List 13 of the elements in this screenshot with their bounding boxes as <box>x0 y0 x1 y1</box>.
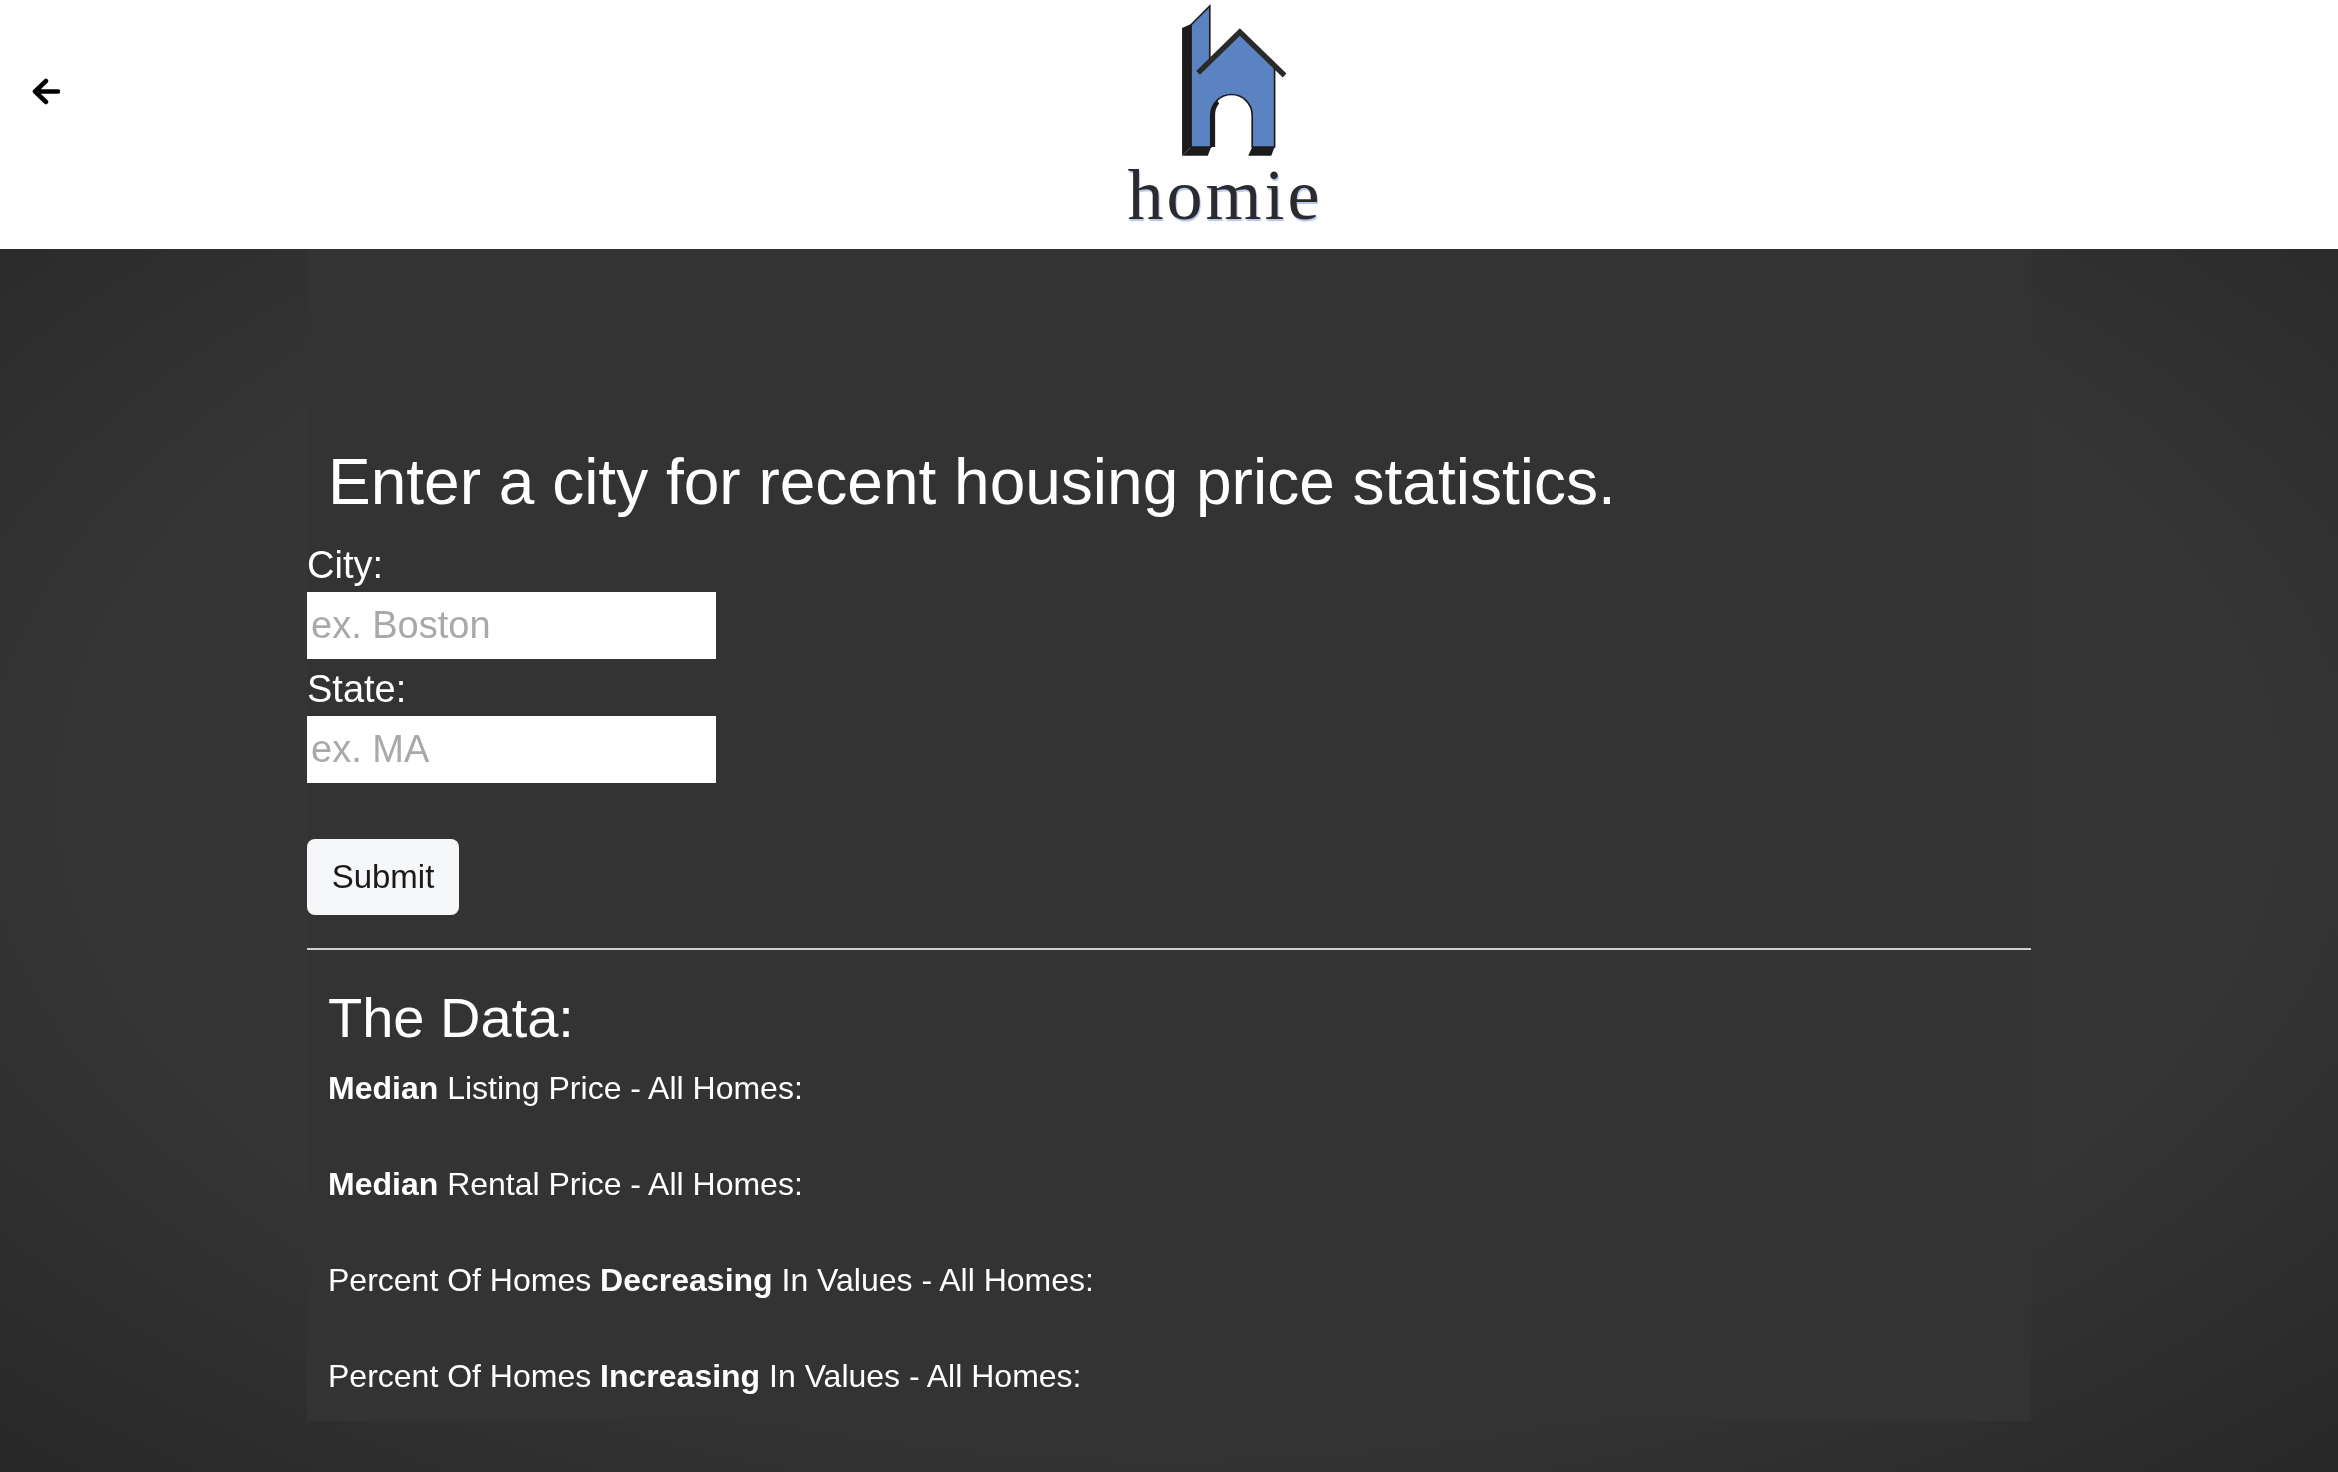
section-heading: The Data: <box>328 985 574 1051</box>
text-input[interactable]: ex. MA <box>307 716 716 783</box>
logo-wordmark: homie <box>1127 159 1323 231</box>
text-input[interactable]: ex. Boston <box>307 592 716 659</box>
field-label: City: <box>307 543 383 587</box>
stat-label: Median Listing Price - All Homes: <box>328 1069 803 1108</box>
stat-label: Median Rental Price - All Homes: <box>328 1165 803 1204</box>
stat-label: Percent Of Homes Increasing In Values - All Homes: <box>328 1357 1082 1396</box>
stat-label: Percent Of Homes Decreasing In Values - All Homes: <box>328 1261 1094 1300</box>
submit-button[interactable]: Submit <box>307 839 459 915</box>
back-arrow-icon <box>32 78 60 105</box>
page-heading: Enter a city for recent housing price statistics. <box>328 445 1616 519</box>
field-label: State: <box>307 667 407 711</box>
